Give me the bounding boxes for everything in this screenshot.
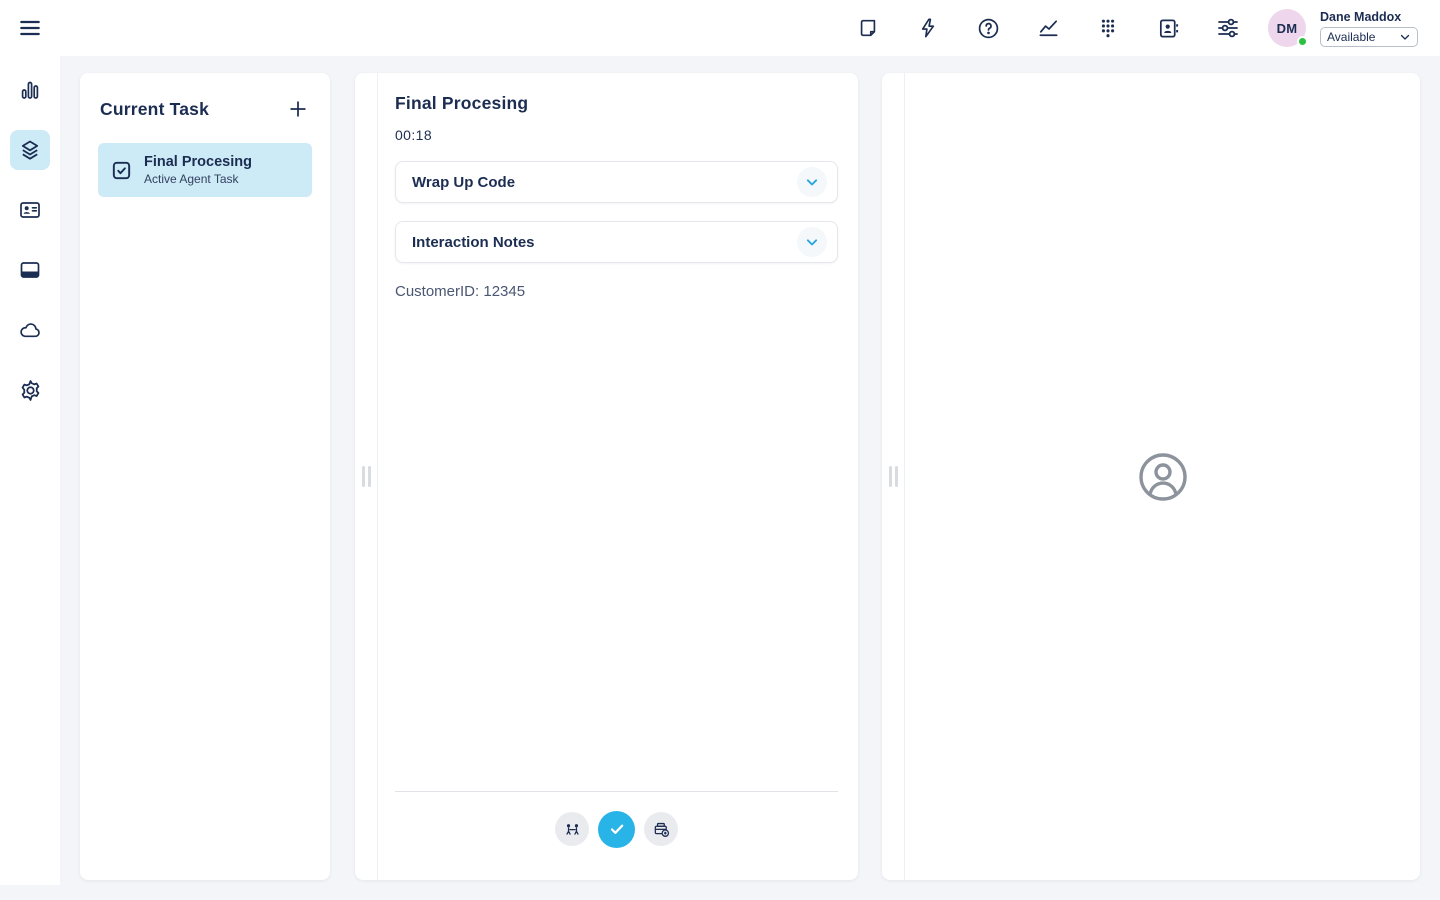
window-icon — [18, 258, 42, 282]
sliders-icon[interactable] — [1216, 16, 1240, 40]
hamburger-menu-icon[interactable] — [16, 14, 44, 42]
add-task-button[interactable] — [286, 97, 310, 121]
complete-task-button[interactable] — [598, 811, 635, 848]
sidebar-item-contacts[interactable] — [10, 190, 50, 230]
status-dot — [1297, 36, 1308, 47]
chevron-down-icon — [1399, 31, 1411, 43]
top-header: DM Dane Maddox Available — [0, 0, 1440, 56]
chevron-down-icon — [797, 167, 827, 197]
action-bar — [395, 792, 838, 866]
work-panel: Final Procesing 00:18 Wrap Up Code Inter… — [355, 73, 858, 880]
checkbox-check-icon — [110, 159, 133, 182]
task-list-item[interactable]: Final Procesing Active Agent Task — [98, 143, 312, 197]
plus-icon — [287, 98, 309, 120]
status-select-value: Available — [1327, 30, 1375, 44]
task-timer: 00:18 — [395, 127, 838, 143]
main-area: Current Task Final Procesing Active Agen… — [60, 56, 1440, 900]
lightning-icon[interactable] — [916, 16, 940, 40]
id-card-icon — [18, 198, 42, 222]
transfer-button[interactable] — [555, 812, 589, 846]
left-sidebar — [0, 56, 60, 885]
avatar[interactable]: DM — [1268, 9, 1306, 47]
help-icon[interactable] — [976, 16, 1000, 40]
interaction-notes-accordion[interactable]: Interaction Notes — [395, 221, 838, 263]
task-name: Final Procesing — [144, 154, 252, 170]
check-icon — [607, 819, 627, 839]
sidebar-item-settings[interactable] — [10, 370, 50, 410]
wrap-up-code-accordion[interactable]: Wrap Up Code — [395, 161, 838, 203]
address-book-icon[interactable] — [1156, 16, 1180, 40]
panel-resize-handle[interactable] — [882, 73, 905, 880]
line-chart-icon[interactable] — [1036, 16, 1060, 40]
panel-resize-handle[interactable] — [355, 73, 378, 880]
task-subtitle: Active Agent Task — [144, 172, 252, 186]
current-task-panel: Current Task Final Procesing Active Agen… — [80, 73, 330, 880]
person-circle-icon — [1137, 451, 1189, 503]
chevron-down-icon — [797, 227, 827, 257]
sidebar-item-apps[interactable] — [10, 250, 50, 290]
sidebar-item-tasks[interactable] — [10, 130, 50, 170]
wrap-up-code-label: Wrap Up Code — [412, 174, 515, 191]
sticky-note-icon[interactable] — [856, 16, 880, 40]
sidebar-item-performance[interactable] — [10, 70, 50, 110]
park-button[interactable] — [644, 812, 678, 846]
layers-icon — [18, 138, 42, 162]
gear-icon — [18, 378, 43, 403]
bar-chart-icon — [18, 78, 42, 102]
park-icon — [652, 820, 671, 839]
dialpad-icon[interactable] — [1096, 16, 1120, 40]
cloud-icon — [18, 318, 42, 342]
status-select[interactable]: Available — [1320, 27, 1418, 47]
detail-panel — [882, 73, 1420, 880]
current-task-title: Current Task — [100, 99, 209, 120]
header-toolbar — [856, 16, 1240, 40]
user-name: Dane Maddox — [1320, 10, 1418, 24]
sidebar-item-cloud[interactable] — [10, 310, 50, 350]
work-panel-title: Final Procesing — [395, 93, 838, 114]
transfer-icon — [563, 820, 582, 839]
interaction-notes-label: Interaction Notes — [412, 234, 535, 251]
customer-id-text: CustomerID: 12345 — [395, 283, 838, 300]
